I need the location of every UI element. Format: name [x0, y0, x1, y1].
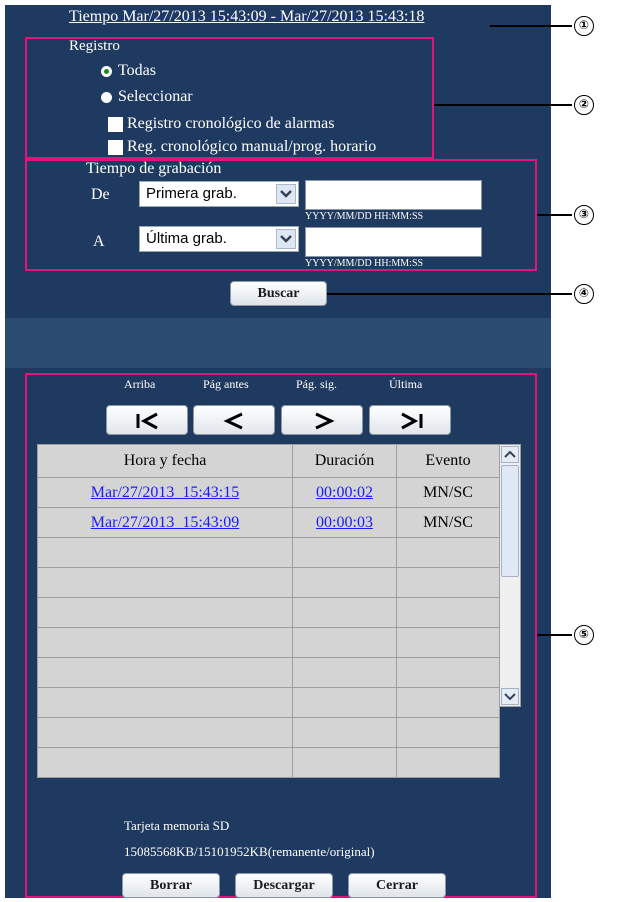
sd-card-label: Tarjeta memoria SD: [124, 818, 230, 833]
results-table: Hora y fecha Duración Evento Mar/27/2013…: [37, 444, 500, 778]
download-button[interactable]: Descargar: [235, 873, 333, 898]
registro-label: Registro: [69, 38, 120, 54]
callout-3: ③: [574, 205, 594, 225]
to-select-value: Última grab.: [146, 230, 227, 247]
from-select-value: Primera grab.: [146, 185, 237, 202]
close-button[interactable]: Cerrar: [348, 873, 446, 898]
radio-todas-label: Todas: [118, 62, 156, 79]
first-page-icon: [136, 412, 158, 430]
radio-todas[interactable]: [101, 66, 112, 77]
event-cell: MN/SC: [396, 507, 500, 538]
tiempo-label: Tiempo de grabación: [86, 160, 222, 177]
callout-1: ①: [574, 16, 594, 36]
table-row: [37, 687, 500, 718]
time-range-label: Tiempo Mar/27/2013 15:43:09 - Mar/27/201…: [69, 8, 425, 25]
header-event: Evento: [396, 444, 500, 478]
table-row: Mar/27/2013 15:43:15 00:00:02 MN/SC: [37, 477, 500, 508]
checkbox-alarmas[interactable]: [108, 117, 123, 132]
table-row: [37, 717, 500, 748]
to-format-hint: YYYY/MM/DD HH:MM:SS: [305, 258, 424, 269]
first-page-button[interactable]: [106, 405, 188, 435]
next-page-icon: [315, 412, 335, 430]
callout-2: ②: [574, 95, 594, 115]
table-scrollbar[interactable]: [499, 444, 521, 707]
nav-top-label: Arriba: [124, 377, 156, 391]
prev-page-icon: [223, 412, 243, 430]
event-cell: MN/SC: [396, 477, 500, 508]
header-duration: Duración: [292, 444, 397, 478]
callout-5: ⑤: [574, 625, 594, 645]
table-row: [37, 627, 500, 658]
from-select[interactable]: Primera grab.: [139, 181, 299, 207]
datetime-link[interactable]: Mar/27/2013 15:43:15: [91, 484, 239, 501]
table-row: [37, 747, 500, 778]
scroll-up-icon[interactable]: [501, 446, 519, 463]
callout-4: ④: [574, 284, 594, 304]
prev-page-button[interactable]: [193, 405, 275, 435]
callout-line-5: [537, 634, 572, 636]
to-label: A: [93, 233, 105, 250]
from-label: De: [91, 186, 110, 203]
header-datetime: Hora y fecha: [37, 444, 293, 478]
nav-next-label: Pág. sig.: [296, 377, 338, 391]
checkbox-manual-label: Reg. cronológico manual/prog. horario: [127, 138, 377, 155]
radio-seleccionar-label: Seleccionar: [118, 88, 193, 105]
table-row: [37, 567, 500, 598]
nav-prev-label: Pág antes: [203, 377, 249, 391]
checkbox-manual[interactable]: [108, 140, 123, 155]
to-select[interactable]: Última grab.: [139, 226, 299, 252]
last-page-icon: [401, 412, 423, 430]
callout-line-2: [434, 104, 572, 106]
chevron-down-icon: [276, 184, 296, 204]
next-page-button[interactable]: [281, 405, 363, 435]
table-row: Mar/27/2013 15:43:09 00:00:03 MN/SC: [37, 507, 500, 538]
table-row: [37, 657, 500, 688]
radio-seleccionar[interactable]: [101, 92, 112, 103]
datetime-link[interactable]: Mar/27/2013 15:43:09: [91, 514, 239, 531]
sd-card-usage: 15085568KB/15101952KB(remanente/original…: [124, 844, 375, 859]
table-header-row: Hora y fecha Duración Evento: [37, 444, 500, 478]
checkbox-alarmas-label: Registro cronológico de alarmas: [127, 115, 335, 132]
nav-last-label: Última: [389, 377, 423, 391]
search-button[interactable]: Buscar: [230, 281, 327, 306]
from-datetime-input[interactable]: [305, 180, 482, 210]
duration-link[interactable]: 00:00:02: [316, 484, 373, 501]
scroll-down-icon[interactable]: [501, 688, 519, 705]
scroll-thumb[interactable]: [501, 465, 519, 577]
callout-line-3: [537, 214, 572, 216]
table-row: [37, 537, 500, 568]
to-datetime-input[interactable]: [305, 227, 482, 257]
separator-band: [5, 318, 551, 368]
duration-link[interactable]: 00:00:03: [316, 514, 373, 531]
delete-button[interactable]: Borrar: [122, 873, 220, 898]
callout-line-4: [327, 293, 572, 295]
last-page-button[interactable]: [369, 405, 451, 435]
callout-line-1: [490, 25, 572, 27]
from-format-hint: YYYY/MM/DD HH:MM:SS: [305, 211, 424, 222]
chevron-down-icon: [276, 229, 296, 249]
table-row: [37, 597, 500, 628]
